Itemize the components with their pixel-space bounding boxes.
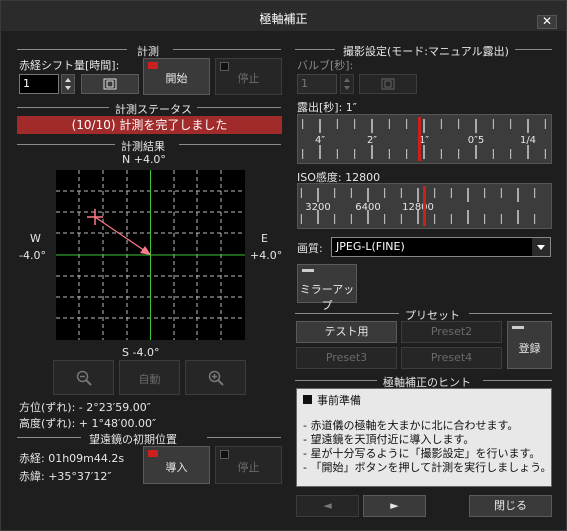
scope-stop-button[interactable]: 停止	[215, 446, 282, 484]
auto-button[interactable]: 自動	[119, 360, 180, 395]
hint-next-button[interactable]: ►	[363, 495, 426, 517]
exposure-label: 露出[秒]: 1″	[297, 101, 357, 114]
bulb-input[interactable]: 1	[297, 74, 337, 94]
hint-section-header: 極軸補正のヒント	[295, 374, 552, 389]
flag-icon	[148, 450, 158, 457]
exposure-tick-label: 0″5	[468, 135, 484, 146]
polar-alignment-window: 極軸補正 ✕ 計測 赤経シフト量[時間]: 1 開始 停止 計測ステータス (1…	[0, 0, 567, 531]
start-button[interactable]: 開始	[143, 58, 210, 95]
register-label: 登録	[518, 342, 541, 355]
bulb-spinner[interactable]	[340, 74, 354, 94]
east-value: +4.0°	[250, 249, 283, 262]
bulb-mode-button[interactable]	[359, 74, 417, 94]
measure-section-header: 計測	[17, 43, 281, 58]
zoom-out-icon	[76, 370, 92, 386]
import-button-label: 導入	[165, 461, 188, 474]
preset-section-header: プリセット	[295, 307, 552, 322]
north-label: N +4.0°	[122, 153, 166, 166]
exposure-tick-label: 2″	[367, 135, 377, 146]
west-label: W	[30, 232, 41, 245]
mirror-up-button[interactable]: ミラーアップ	[297, 264, 357, 312]
azimuth-offset: 方位(ずれ): - 2°23′59.00″	[19, 401, 151, 414]
east-label: E	[261, 232, 268, 245]
quality-select[interactable]: JPEG-L(FINE)	[331, 237, 551, 257]
exposure-tick-label: 4″	[315, 135, 325, 146]
hint-title: 事前準備	[317, 394, 361, 407]
box-icon	[103, 78, 117, 90]
exposure-tick-label: 1/4	[520, 135, 536, 146]
iso-tick-label: 3200	[305, 202, 330, 213]
toggle-indicator-icon	[302, 269, 314, 272]
box-icon	[381, 78, 395, 90]
alignment-plot	[56, 170, 245, 340]
hint-prev-button[interactable]: ◄	[296, 495, 359, 517]
title-bar: 極軸補正 ✕	[1, 1, 566, 31]
south-label: S -4.0°	[122, 346, 160, 359]
ra-shift-input[interactable]: 1	[19, 74, 59, 94]
iso-tick-label: 12800	[402, 202, 434, 213]
altitude-offset: 高度(ずれ): + 1°48′00.00″	[19, 417, 157, 430]
iso-scale: 3200 6400 12800	[300, 186, 536, 226]
close-button[interactable]: 閉じる	[469, 495, 552, 517]
register-button[interactable]: 登録	[507, 321, 552, 369]
west-value: -4.0°	[19, 249, 46, 262]
auto-button-label: 自動	[138, 373, 161, 386]
checkbox-icon	[220, 450, 229, 459]
zoom-in-icon	[208, 370, 224, 386]
preset2-button[interactable]: Preset2	[401, 321, 502, 343]
scope-stop-button-label: 停止	[237, 461, 260, 474]
ra-shift-label: 赤経シフト量[時間]:	[19, 59, 120, 72]
hint-line: - 「開始」ボタンを押して計測を実行しましょう。	[303, 461, 552, 474]
preset-test-button[interactable]: テスト用	[296, 321, 397, 343]
zoom-in-button[interactable]	[185, 360, 246, 395]
scope-dec: 赤緯: +35°37′12″	[19, 470, 112, 483]
shooting-section-header: 撮影設定(モード:マニュアル露出)	[295, 43, 552, 58]
exposure-scale: 4″ 2″ 1″ 0″5 1/4	[302, 117, 546, 161]
exposure-position-indicator[interactable]	[417, 117, 421, 161]
toggle-indicator-icon	[512, 326, 524, 329]
stop-button[interactable]: 停止	[215, 58, 282, 95]
ra-shift-spinner[interactable]	[61, 74, 75, 94]
iso-tick-label: 6400	[355, 202, 380, 213]
quality-label: 画質:	[297, 242, 323, 255]
quality-value: JPEG-L(FINE)	[336, 240, 405, 253]
ra-shift-mode-button[interactable]	[81, 74, 139, 94]
close-window-button[interactable]: ✕	[537, 15, 557, 29]
window-title: 極軸補正	[259, 12, 308, 26]
start-button-label: 開始	[165, 72, 188, 85]
stop-button-label: 停止	[237, 72, 260, 85]
square-bullet-icon	[303, 395, 312, 404]
status-section-header: 計測ステータス	[17, 101, 281, 116]
iso-slider[interactable]: 3200 6400 12800	[297, 183, 552, 229]
result-section-header: 計測結果	[17, 138, 281, 153]
scope-ra: 赤経: 01h09m44.2s	[19, 452, 125, 465]
flag-icon	[148, 62, 158, 69]
preset3-button[interactable]: Preset3	[296, 347, 397, 369]
exposure-slider[interactable]: 4″ 2″ 1″ 0″5 1/4	[297, 114, 552, 164]
scope-section-header: 望遠鏡の初期位置	[17, 431, 281, 446]
preset4-button[interactable]: Preset4	[401, 347, 502, 369]
import-button[interactable]: 導入	[143, 446, 210, 484]
hint-panel: 事前準備 - 赤道儀の極軸を大まかに北に合わせます。 - 望遠鏡を天頂付近に導入…	[296, 388, 552, 487]
iso-position-indicator[interactable]	[423, 186, 426, 226]
bulb-label: バルブ[秒]:	[297, 59, 354, 72]
zoom-out-button[interactable]	[53, 360, 114, 395]
status-message: (10/10) 計測を完了しました	[17, 116, 282, 134]
chevron-down-icon	[532, 238, 550, 256]
